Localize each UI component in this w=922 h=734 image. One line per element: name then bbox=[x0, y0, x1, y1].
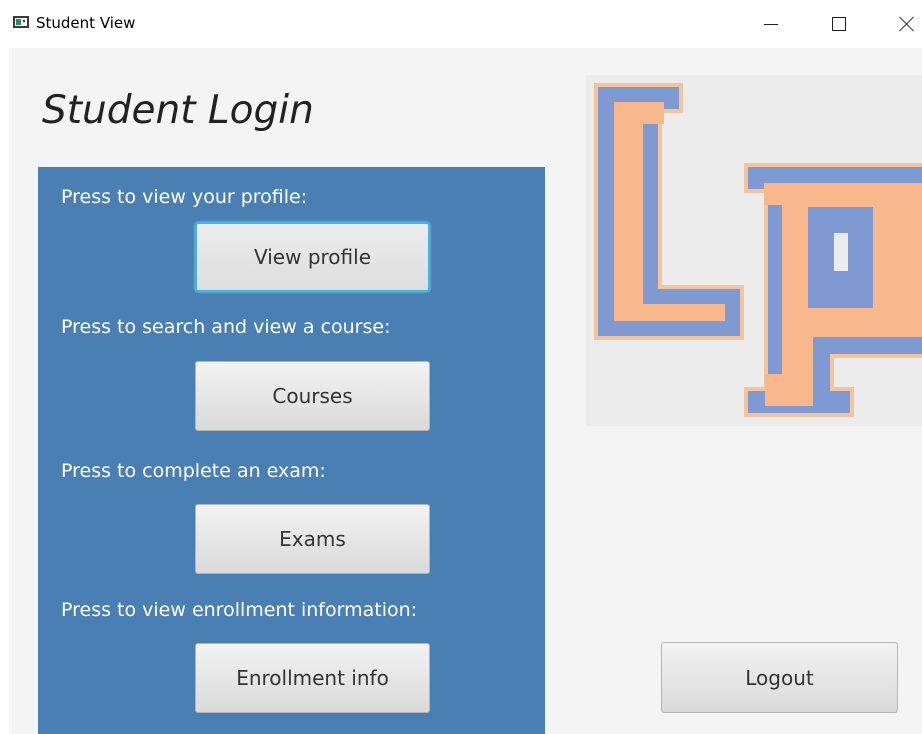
title-bar: Student View bbox=[0, 0, 922, 48]
courses-button[interactable]: Courses bbox=[195, 361, 430, 431]
minimize-button[interactable] bbox=[748, 0, 794, 48]
view-profile-button[interactable]: View profile bbox=[195, 222, 430, 292]
maximize-button[interactable] bbox=[816, 0, 862, 48]
exams-button[interactable]: Exams bbox=[195, 504, 430, 574]
maximize-icon bbox=[832, 17, 846, 31]
student-actions-panel: Press to view your profile: View profile… bbox=[38, 167, 545, 734]
view-profile-prompt: Press to view your profile: bbox=[61, 186, 308, 208]
exams-prompt: Press to complete an exam: bbox=[61, 460, 326, 482]
minimize-icon bbox=[764, 23, 778, 25]
app-icon bbox=[13, 16, 29, 28]
logout-button[interactable]: Logout bbox=[661, 642, 898, 713]
logo-letter-p-hole bbox=[834, 233, 848, 271]
window-title: Student View bbox=[36, 14, 136, 32]
enrollment-prompt: Press to view enrollment information: bbox=[61, 599, 418, 621]
close-icon bbox=[898, 15, 916, 33]
enrollment-info-button[interactable]: Enrollment info bbox=[195, 643, 430, 713]
page-title: Student Login bbox=[42, 88, 314, 133]
window-content: Student Login Press to view your profile… bbox=[9, 48, 922, 734]
lp-logo-image bbox=[594, 83, 922, 417]
lp-logo bbox=[586, 75, 922, 426]
close-button[interactable] bbox=[884, 0, 922, 48]
courses-prompt: Press to search and view a course: bbox=[61, 316, 391, 338]
